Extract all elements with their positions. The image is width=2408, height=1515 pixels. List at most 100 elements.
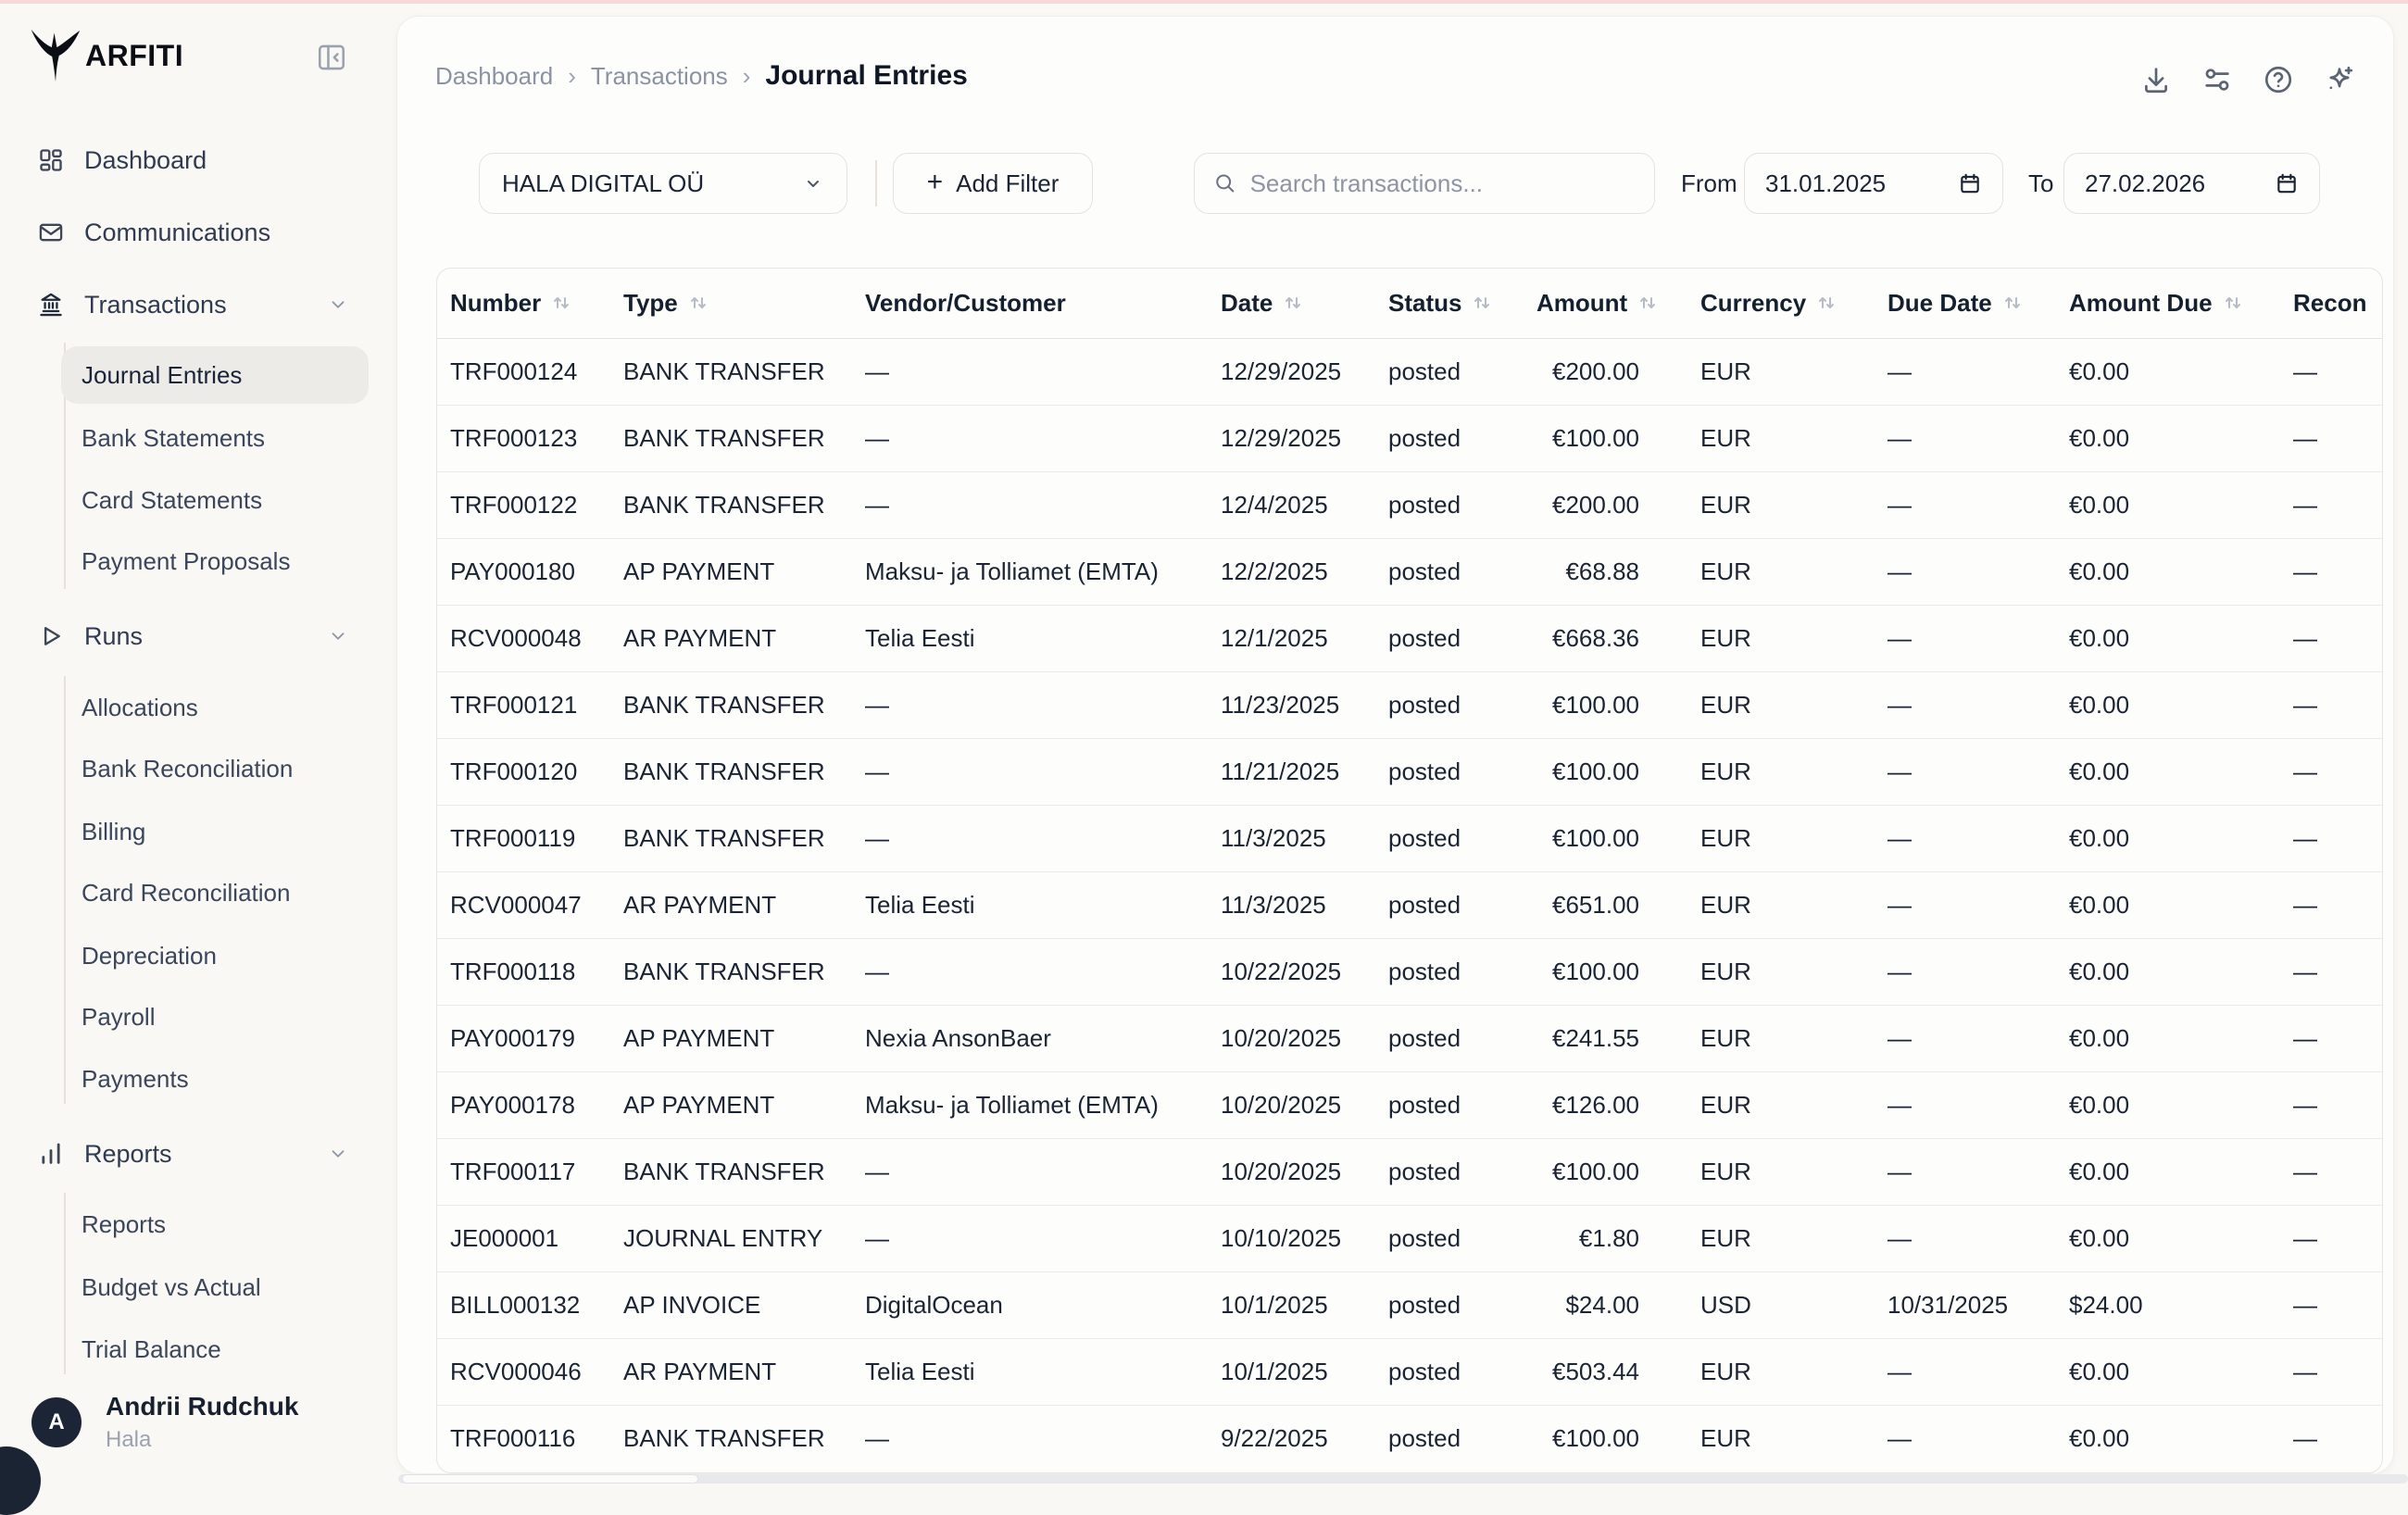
calendar-icon — [1958, 171, 1982, 195]
table-row[interactable]: TRF000116 BANK TRANSFER — 9/22/2025 post… — [437, 1405, 2382, 1471]
table-row[interactable]: RCV000048 AR PAYMENT Telia Eesti 12/1/20… — [437, 605, 2382, 671]
cell-amount-due: €0.00 — [2069, 671, 2293, 738]
col-header-amount-due[interactable]: Amount Due — [2069, 269, 2293, 338]
cell-date: 12/1/2025 — [1221, 605, 1388, 671]
cell-due-date: — — [1888, 738, 2069, 805]
sidebar-item-payroll[interactable]: Payroll — [0, 991, 398, 1043]
cell-currency: USD — [1700, 1271, 1888, 1338]
cell-due-date: — — [1888, 1138, 2069, 1205]
sidebar-item-dashboard[interactable]: Dashboard — [0, 134, 398, 186]
table-row[interactable]: TRF000121 BANK TRANSFER — 11/23/2025 pos… — [437, 671, 2382, 738]
ai-assistant-button[interactable] — [2323, 63, 2356, 96]
cell-currency: EUR — [1700, 671, 1888, 738]
col-header-type[interactable]: Type — [623, 269, 865, 338]
cell-date: 9/22/2025 — [1221, 1405, 1388, 1471]
col-header-due-date[interactable]: Due Date — [1888, 269, 2069, 338]
add-filter-button[interactable]: + Add Filter — [893, 153, 1093, 214]
cell-date: 12/29/2025 — [1221, 405, 1388, 471]
sidebar-item-reports[interactable]: Reports — [0, 1198, 398, 1250]
table-row[interactable]: TRF000123 BANK TRANSFER — 12/29/2025 pos… — [437, 405, 2382, 471]
sidebar-item-billing[interactable]: Billing — [0, 806, 398, 858]
cell-currency: EUR — [1700, 938, 1888, 1005]
horizontal-scrollbar-track[interactable] — [398, 1474, 2408, 1484]
date-from-input[interactable]: 31.01.2025 — [1744, 153, 2003, 214]
date-from-value: 31.01.2025 — [1765, 169, 1886, 198]
sidebar-item-depreciation[interactable]: Depreciation — [0, 930, 398, 982]
sidebar-item-trial-balance[interactable]: Trial Balance — [0, 1323, 398, 1375]
horizontal-scrollbar-thumb[interactable] — [402, 1474, 698, 1484]
download-button[interactable] — [2139, 63, 2173, 96]
view-settings-button[interactable] — [2201, 63, 2234, 96]
table-row[interactable]: TRF000119 BANK TRANSFER — 11/3/2025 post… — [437, 805, 2382, 871]
sidebar-item-communications[interactable]: Communications — [0, 207, 398, 258]
cell-due-date: — — [1888, 1338, 2069, 1405]
table-row[interactable]: TRF000118 BANK TRANSFER — 10/22/2025 pos… — [437, 938, 2382, 1005]
sidebar-item-label: Dashboard — [84, 146, 207, 175]
cell-recon: — — [2293, 538, 2382, 605]
cell-due-date: — — [1888, 1405, 2069, 1471]
sidebar-item-reports-group[interactable]: Reports — [0, 1128, 398, 1180]
breadcrumb-transactions[interactable]: Transactions — [591, 62, 728, 91]
search-input[interactable] — [1250, 169, 1636, 198]
cell-status: posted — [1388, 1005, 1536, 1071]
help-button[interactable] — [2262, 63, 2295, 96]
sidebar-item-payment-proposals[interactable]: Payment Proposals — [0, 535, 398, 587]
user-profile[interactable]: A Andrii Rudchuk Hala — [0, 1385, 398, 1459]
table-row[interactable]: PAY000179 AP PAYMENT Nexia AnsonBaer 10/… — [437, 1005, 2382, 1071]
sidebar-item-allocations[interactable]: Allocations — [0, 682, 398, 733]
sidebar-item-card-reconciliation[interactable]: Card Reconciliation — [0, 867, 398, 919]
col-header-date[interactable]: Date — [1221, 269, 1388, 338]
cell-number: TRF000120 — [437, 738, 623, 805]
cell-currency: EUR — [1700, 871, 1888, 938]
cell-currency: EUR — [1700, 1005, 1888, 1071]
cell-vendor-customer: Nexia AnsonBaer — [865, 1005, 1221, 1071]
cell-due-date: — — [1888, 605, 2069, 671]
col-header-recon[interactable]: Recon — [2293, 269, 2382, 338]
cell-due-date: — — [1888, 938, 2069, 1005]
table-row[interactable]: RCV000047 AR PAYMENT Telia Eesti 11/3/20… — [437, 871, 2382, 938]
cell-type: AP INVOICE — [623, 1271, 865, 1338]
table-row[interactable]: TRF000124 BANK TRANSFER — 12/29/2025 pos… — [437, 338, 2382, 405]
sort-icon — [1282, 292, 1304, 314]
table-row[interactable]: RCV000046 AR PAYMENT Telia Eesti 10/1/20… — [437, 1338, 2382, 1405]
cell-amount: €241.55 — [1536, 1005, 1700, 1071]
sidebar-item-runs[interactable]: Runs — [0, 610, 398, 662]
col-header-currency[interactable]: Currency — [1700, 269, 1888, 338]
table-row[interactable]: PAY000178 AP PAYMENT Maksu- ja Tolliamet… — [437, 1071, 2382, 1138]
sidebar-collapse-button[interactable] — [313, 39, 350, 76]
sidebar-item-budget-vs-actual[interactable]: Budget vs Actual — [0, 1261, 398, 1313]
cell-status: posted — [1388, 1205, 1536, 1271]
cell-recon: — — [2293, 671, 2382, 738]
sidebar-item-payments[interactable]: Payments — [0, 1053, 398, 1105]
cell-currency: EUR — [1700, 405, 1888, 471]
table-row[interactable]: JE000001 JOURNAL ENTRY — 10/10/2025 post… — [437, 1205, 2382, 1271]
col-header-status[interactable]: Status — [1388, 269, 1536, 338]
table-row[interactable]: TRF000120 BANK TRANSFER — 11/21/2025 pos… — [437, 738, 2382, 805]
sidebar-item-label: Bank Statements — [82, 424, 265, 453]
date-to-input[interactable]: 27.02.2026 — [2063, 153, 2320, 214]
table-row[interactable]: TRF000122 BANK TRANSFER — 12/4/2025 post… — [437, 471, 2382, 538]
breadcrumb-dashboard[interactable]: Dashboard — [435, 62, 553, 91]
col-header-number[interactable]: Number — [437, 269, 623, 338]
sidebar-item-card-statements[interactable]: Card Statements — [0, 474, 398, 526]
sidebar-item-journal-entries[interactable]: Journal Entries — [61, 346, 369, 404]
cell-amount-due: €0.00 — [2069, 738, 2293, 805]
cell-currency: EUR — [1700, 805, 1888, 871]
cell-status: posted — [1388, 471, 1536, 538]
company-select[interactable]: HALA DIGITAL OÜ — [479, 153, 847, 214]
table-row[interactable]: BILL000132 AP INVOICE DigitalOcean 10/1/… — [437, 1271, 2382, 1338]
cell-date: 10/1/2025 — [1221, 1338, 1388, 1405]
cell-date: 11/21/2025 — [1221, 738, 1388, 805]
sidebar-item-bank-statements[interactable]: Bank Statements — [0, 412, 398, 464]
col-header-vendor-customer[interactable]: Vendor/Customer — [865, 269, 1221, 338]
cell-type: BANK TRANSFER — [623, 471, 865, 538]
col-header-amount[interactable]: Amount — [1536, 269, 1700, 338]
sidebar-item-transactions[interactable]: Transactions — [0, 279, 398, 331]
table-row[interactable]: TRF000117 BANK TRANSFER — 10/20/2025 pos… — [437, 1138, 2382, 1205]
cell-status: posted — [1388, 671, 1536, 738]
cell-date: 10/22/2025 — [1221, 938, 1388, 1005]
sidebar-item-bank-reconciliation[interactable]: Bank Reconciliation — [0, 743, 398, 795]
cell-number: BILL000132 — [437, 1271, 623, 1338]
table-row[interactable]: PAY000180 AP PAYMENT Maksu- ja Tolliamet… — [437, 538, 2382, 605]
sidebar-item-label: Runs — [84, 622, 143, 651]
